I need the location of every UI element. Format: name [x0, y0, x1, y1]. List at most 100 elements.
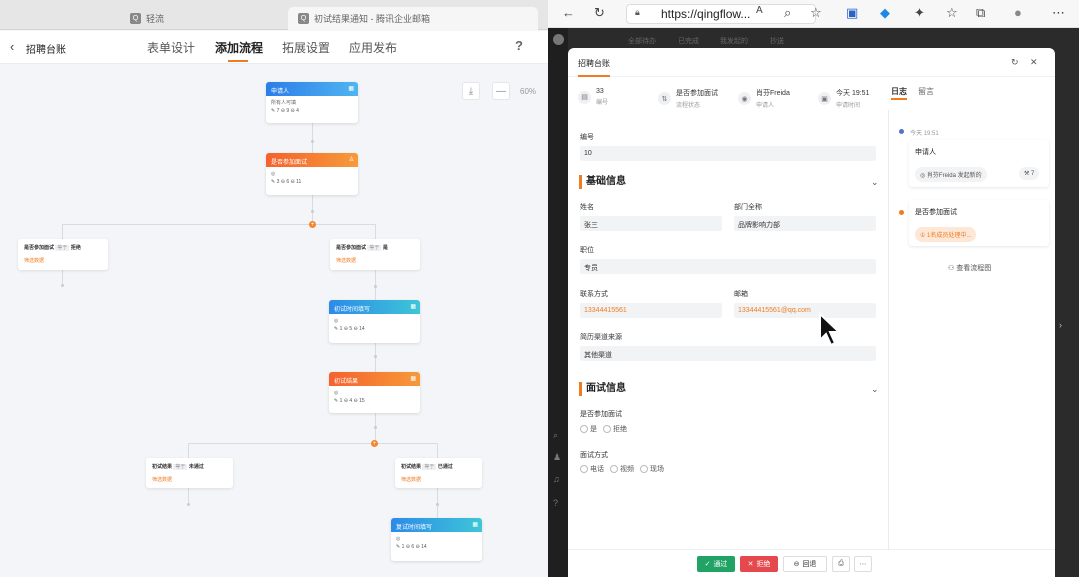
- browser-tab-qingflow[interactable]: Q 轻流: [120, 7, 280, 30]
- browser-tab-mail[interactable]: Q 初试结果通知 - 腾讯企业邮箱: [288, 7, 538, 30]
- help-icon[interactable]: ?: [515, 38, 523, 53]
- add-node-dot[interactable]: [311, 210, 314, 213]
- more-menu-icon[interactable]: ⋯: [1052, 5, 1065, 21]
- condition-text: 是否参加面试 等于 拒绝: [24, 245, 81, 251]
- radio-option[interactable]: 电话: [580, 464, 604, 474]
- add-node-dot[interactable]: [436, 503, 439, 506]
- radio-option[interactable]: 视频: [610, 464, 634, 474]
- dark-top-nav: 全部待办 已完成 我发起的 抄送: [568, 28, 1079, 50]
- connector: [375, 224, 376, 239]
- favorites-icon[interactable]: ☆: [946, 5, 958, 21]
- node-title: 复试时间填写: [396, 525, 433, 531]
- filter-data-link[interactable]: 筛选数据: [336, 257, 414, 264]
- flow-node-first-result[interactable]: 初试结果 ▦ ◎ ✎ 1 ⊖ 4 ⊖ 15: [329, 372, 420, 413]
- chevron-down-icon[interactable]: ⌄: [871, 384, 879, 395]
- nav-cc[interactable]: 抄送: [770, 36, 784, 46]
- close-icon[interactable]: ✕: [1030, 57, 1038, 68]
- add-node-dot[interactable]: [374, 285, 377, 288]
- add-node-dot[interactable]: [311, 140, 314, 143]
- extension-shield-icon[interactable]: ◆: [880, 5, 890, 21]
- radio-option[interactable]: 是: [580, 424, 597, 434]
- pending-chip[interactable]: ① 1名成员处理中...: [915, 227, 977, 242]
- field-name: 张三: [580, 216, 722, 231]
- condition-node[interactable]: 是否参加面试 等于 是 筛选数据: [330, 239, 420, 270]
- left-browser-window: Q 轻流 Q 初试结果通知 - 腾讯企业邮箱 ‹ 招聘台账 表单设计 添加流程 …: [0, 0, 548, 577]
- add-branch-button[interactable]: +: [371, 440, 378, 447]
- filter-data-link[interactable]: 筛选数据: [24, 257, 102, 264]
- more-icon[interactable]: ⋯: [854, 556, 872, 572]
- read-aloud-icon[interactable]: A: [756, 5, 763, 16]
- attend-radio-group: 是 拒绝: [580, 424, 627, 434]
- tab-add-flow[interactable]: 添加流程: [215, 39, 263, 56]
- connector: [62, 224, 63, 239]
- collapse-panel-icon[interactable]: ›: [1059, 320, 1062, 330]
- add-node-dot[interactable]: [374, 426, 377, 429]
- node-meta: ✎ 1 ⊖ 4 ⊖ 15: [334, 398, 365, 404]
- zoom-out-button[interactable]: —: [492, 82, 510, 100]
- back-arrow-icon[interactable]: ‹: [10, 39, 14, 54]
- search-icon[interactable]: ⌕: [553, 430, 558, 441]
- tab-form-design[interactable]: 表单设计: [147, 39, 195, 56]
- bell-icon[interactable]: ♫: [553, 474, 560, 484]
- tab-app-publish[interactable]: 应用发布: [349, 39, 397, 56]
- zoom-icon[interactable]: ⌕: [784, 5, 791, 21]
- chevron-down-icon[interactable]: ⌄: [871, 177, 879, 188]
- nav-done[interactable]: 已完成: [678, 36, 699, 46]
- field-contact[interactable]: 13344415561: [580, 303, 722, 318]
- download-icon[interactable]: ⤓: [462, 82, 480, 100]
- condition-node[interactable]: 初试结果 等于 已通过 筛选数据: [395, 458, 482, 488]
- refresh-icon[interactable]: ↻: [1011, 57, 1019, 68]
- info-apply-time: ▣ 今天 19:51 申请时间: [818, 88, 869, 109]
- tab-extend-settings[interactable]: 拓展设置: [282, 39, 330, 56]
- connector: [62, 270, 63, 285]
- rollback-button[interactable]: ⊖ 回退: [783, 556, 827, 572]
- condition-node[interactable]: 初试结果 等于 未通过 筛选数据: [146, 458, 233, 488]
- nav-all-todo[interactable]: 全部待办: [628, 36, 656, 46]
- view-flow-link[interactable]: ⚇ 查看流程图: [948, 263, 991, 273]
- section-basic-info: 基础信息: [579, 175, 626, 189]
- print-icon[interactable]: ⎙: [832, 556, 850, 572]
- flow-node-applicant[interactable]: 申请人 ▦ 所有人可填 ✎ 7 ⊖ 9 ⊖ 4: [266, 82, 358, 123]
- collections-icon[interactable]: ⧉: [976, 5, 985, 21]
- contacts-icon[interactable]: ♟: [553, 452, 561, 463]
- node-avatar: ◎: [396, 536, 401, 542]
- section-interview-info: 面试信息: [579, 382, 626, 396]
- step-title: 申请人: [915, 149, 936, 156]
- add-branch-button[interactable]: +: [309, 221, 316, 228]
- translate-icon[interactable]: ▣: [846, 5, 858, 21]
- flow-node-interview[interactable]: 是否参加面试 ♙ ◎ ✎ 3 ⊖ 6 ⊖ 11: [266, 153, 358, 195]
- add-node-dot[interactable]: [61, 284, 64, 287]
- approve-button[interactable]: ✓ 通过: [697, 556, 735, 572]
- info-applicant: ◉ 肖芬Freida 申请人: [738, 88, 790, 109]
- tab-log[interactable]: 日志: [891, 86, 907, 97]
- flow-node-second-time[interactable]: 复试时间填写 ▦ ◎ ✎ 1 ⊖ 6 ⊖ 14: [391, 518, 482, 561]
- condition-node[interactable]: 是否参加面试 等于 拒绝 筛选数据: [18, 239, 108, 270]
- reject-button[interactable]: ✕ 拒绝: [740, 556, 778, 572]
- field-email[interactable]: 13344415561@qq.com: [734, 303, 876, 318]
- favorite-add-icon[interactable]: ☆: [810, 5, 822, 21]
- add-node-dot[interactable]: [374, 355, 377, 358]
- back-arrow-icon[interactable]: ←: [562, 5, 575, 20]
- active-tab-indicator: [228, 60, 248, 62]
- filter-data-link[interactable]: 筛选数据: [401, 476, 476, 483]
- radio-option[interactable]: 现场: [640, 464, 664, 474]
- node-meta: ✎ 1 ⊖ 6 ⊖ 14: [396, 544, 427, 550]
- help-icon[interactable]: ?: [553, 498, 558, 508]
- connector: [188, 443, 189, 458]
- connector: [375, 343, 376, 373]
- radio-option[interactable]: 拒绝: [603, 424, 627, 434]
- info-value: 是否参加面试: [676, 90, 718, 97]
- form-icon: ▦: [472, 522, 478, 528]
- nav-initiated[interactable]: 我发起的: [720, 36, 748, 46]
- profile-avatar[interactable]: ●: [1014, 5, 1022, 20]
- refresh-icon[interactable]: ↻: [594, 5, 605, 21]
- connector: [188, 443, 438, 444]
- field-label-attend: 是否参加面试: [580, 411, 622, 418]
- mail-favicon-icon: Q: [298, 13, 309, 24]
- node-title: 初试时间填写: [334, 307, 371, 313]
- tab-comments[interactable]: 留言: [918, 86, 934, 97]
- filter-data-link[interactable]: 筛选数据: [152, 476, 227, 483]
- flow-node-first-time[interactable]: 初试时间填写 ▦ ◎ ✎ 1 ⊖ 5 ⊖ 14: [329, 300, 420, 343]
- extensions-icon[interactable]: ✦: [914, 5, 925, 21]
- add-node-dot[interactable]: [187, 503, 190, 506]
